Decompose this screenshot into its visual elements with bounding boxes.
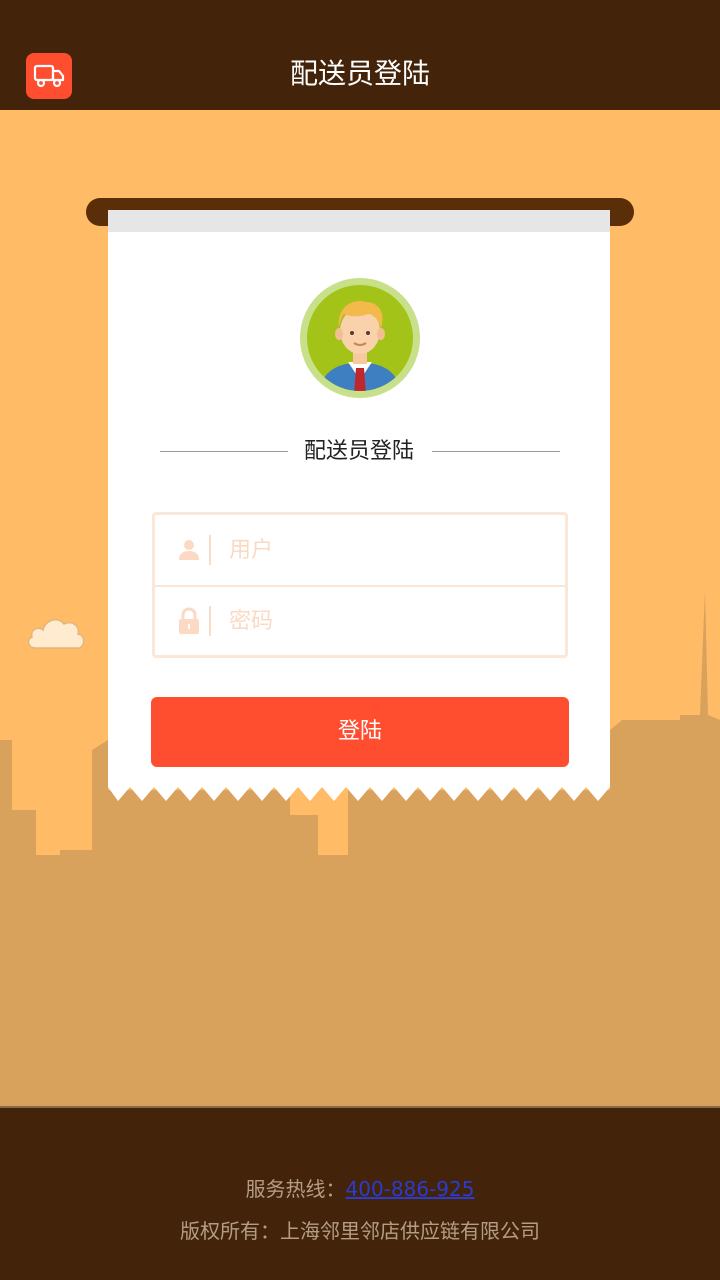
field-separator	[209, 606, 211, 636]
username-input[interactable]	[229, 530, 549, 570]
cloud-icon	[27, 619, 85, 649]
hotline-label: 服务热线：	[245, 1177, 346, 1201]
businessman-avatar	[300, 278, 420, 398]
page-title: 配送员登陆	[289, 57, 430, 90]
user-icon	[175, 536, 203, 564]
username-row	[155, 515, 565, 585]
page-footer: 服务热线：400-886-925 版权所有：上海邻里邻店供应链有限公司	[0, 1106, 720, 1280]
card-top-strip	[108, 210, 610, 232]
hotline: 服务热线：400-886-925	[0, 1174, 720, 1204]
password-row	[155, 585, 565, 655]
login-form	[152, 512, 568, 658]
title-divider-right	[432, 451, 560, 452]
card-zigzag-edge	[108, 779, 610, 801]
copyright-text: 版权所有：上海邻里邻店供应链有限公司	[180, 1219, 540, 1243]
field-separator	[209, 535, 211, 565]
login-title: 配送员登陆	[303, 439, 414, 464]
lock-icon	[175, 607, 203, 635]
password-input[interactable]	[229, 601, 549, 641]
app-header: 配送员登陆	[0, 0, 720, 110]
hotline-number-link[interactable]: 400-886-925	[346, 1177, 475, 1201]
login-button[interactable]: 登陆	[151, 697, 569, 767]
